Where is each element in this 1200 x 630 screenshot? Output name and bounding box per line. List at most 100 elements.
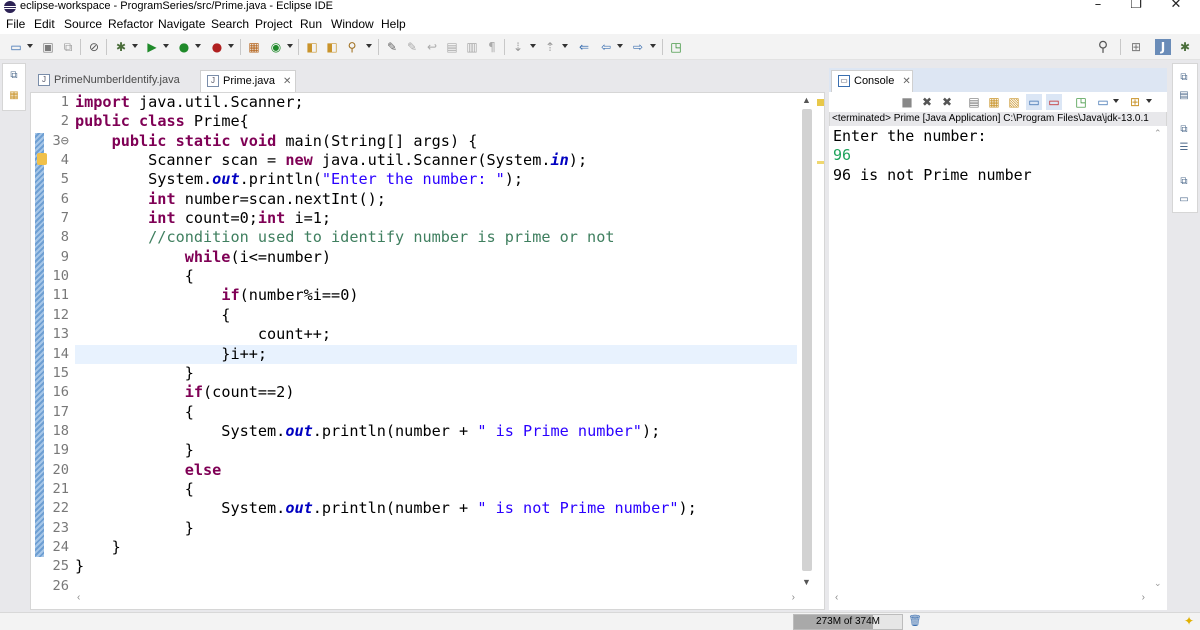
open-type-icon[interactable]: ◧ <box>304 39 320 55</box>
line-number[interactable]: 3⊖ <box>47 132 69 151</box>
open-console-icon[interactable]: ⊞ <box>1127 94 1143 110</box>
scroll-up-icon[interactable]: ⌃ <box>1154 128 1162 139</box>
tab-label: Prime.java <box>223 75 275 87</box>
console-vertical-scrollbar[interactable]: ⌃ ⌄ <box>1151 126 1165 596</box>
quick-access-search-icon[interactable]: ⚲ <box>1095 39 1111 55</box>
block-selection-icon[interactable]: ▤ <box>444 39 460 55</box>
console-horizontal-scrollbar[interactable]: ‹ › <box>831 592 1149 606</box>
warning-marker-icon[interactable] <box>37 153 47 165</box>
code-area[interactable]: 1 2 3⊖ 4 5 6 7 8 9 10 11 12 13 14 15 16 … <box>31 93 801 594</box>
close-tab-icon[interactable]: ✕ <box>283 76 291 87</box>
show-whitespace-icon[interactable]: ▥ <box>464 39 480 55</box>
remove-all-launches-icon[interactable]: ✖ <box>939 94 955 110</box>
forward-icon[interactable]: ⇨ <box>630 39 646 55</box>
close-window-button[interactable]: ✕ <box>1158 0 1194 13</box>
restore-icon[interactable]: ⧉ <box>6 70 22 84</box>
overview-ruler-marker[interactable] <box>817 161 824 164</box>
editor-scroll-thumb[interactable] <box>802 109 812 571</box>
remove-launch-icon[interactable]: ✖ <box>919 94 935 110</box>
run-icon[interactable]: ▶ <box>144 39 160 55</box>
debug-perspective-icon[interactable]: ✱ <box>1177 39 1193 55</box>
restore-icon[interactable]: ⧉ <box>1176 124 1192 138</box>
editor-vertical-scrollbar[interactable]: ▲ ▼ <box>799 93 816 589</box>
package-explorer-icon[interactable]: ▦ <box>6 90 22 104</box>
java-file-icon: J <box>38 74 50 86</box>
code-editor[interactable]: 1 2 3⊖ 4 5 6 7 8 9 10 11 12 13 14 15 16 … <box>30 92 825 610</box>
outline-icon[interactable]: ▤ <box>1176 90 1192 104</box>
pin-console-icon[interactable]: ◳ <box>1073 94 1089 110</box>
new-java-project-icon[interactable]: ▦ <box>246 39 262 55</box>
tip-lightbulb-icon[interactable]: ✦ <box>1183 614 1195 628</box>
back-icon[interactable]: ⇦ <box>598 39 614 55</box>
menu-file[interactable]: File <box>6 17 25 31</box>
menu-source[interactable]: Source <box>64 17 102 31</box>
search-icon[interactable]: ⚲ <box>344 39 360 55</box>
minimize-button[interactable]: – <box>1080 0 1116 13</box>
scroll-left-icon[interactable]: ‹ <box>835 592 838 603</box>
code-line: { <box>75 403 194 421</box>
external-tools-icon[interactable]: ● <box>209 39 225 55</box>
open-task-icon[interactable]: ◧ <box>324 39 340 55</box>
clear-console-icon[interactable]: ▤ <box>966 94 982 110</box>
menu-refactor[interactable]: Refactor <box>108 17 153 31</box>
save-all-icon[interactable]: ⧉ <box>60 39 76 55</box>
problems-icon[interactable]: ▭ <box>1176 194 1192 208</box>
scroll-right-icon[interactable]: › <box>792 592 795 603</box>
prev-edit-icon[interactable]: ⇡ <box>542 39 558 55</box>
show-on-stdout-icon[interactable]: ▭ <box>1026 94 1042 110</box>
toggle-word-wrap-icon[interactable]: ↩ <box>424 39 440 55</box>
open-perspective-icon[interactable]: ⊞ <box>1128 39 1144 55</box>
scroll-up-icon[interactable]: ▲ <box>802 95 811 105</box>
word-wrap-icon[interactable]: ▧ <box>1006 94 1022 110</box>
scroll-down-icon[interactable]: ⌄ <box>1154 578 1162 589</box>
next-edit-icon[interactable]: ⇣ <box>510 39 526 55</box>
editor-horizontal-scrollbar[interactable]: ‹ › <box>75 590 797 607</box>
save-icon[interactable]: ▣ <box>40 39 56 55</box>
last-edit-icon[interactable]: ⇐ <box>576 39 592 55</box>
hierarchy-icon[interactable]: ☰ <box>1176 142 1192 156</box>
console-tab-bar: ▭ Console ✕ <box>829 68 1167 92</box>
overview-ruler-marker[interactable] <box>817 99 824 106</box>
skip-breakpoints-icon[interactable]: ⊘ <box>86 39 102 55</box>
right-trim-stack: ⧉ ▤ ⧉ ☰ ⧉ ▭ <box>1172 63 1198 213</box>
menu-search[interactable]: Search <box>211 17 249 31</box>
menu-window[interactable]: Window <box>331 17 374 31</box>
tab-prime-java[interactable]: J Prime.java ✕ <box>200 70 296 92</box>
show-on-stderr-icon[interactable]: ▭ <box>1046 94 1062 110</box>
restore-icon[interactable]: ⧉ <box>1176 176 1192 190</box>
coverage-icon[interactable]: ● <box>176 39 192 55</box>
restore-button[interactable]: ❐ <box>1118 0 1154 13</box>
line-number: 2 <box>60 113 69 129</box>
new-class-icon[interactable]: ◉ <box>268 39 284 55</box>
menu-run[interactable]: Run <box>300 17 322 31</box>
console-output-area[interactable]: ⌃ ⌄ ‹ › <box>829 126 1167 610</box>
tab-prime-number-identify[interactable]: J PrimeNumberIdentify.java <box>32 70 192 92</box>
menu-navigate[interactable]: Navigate <box>158 17 205 31</box>
restore-icon[interactable]: ⧉ <box>1176 72 1192 86</box>
tab-console[interactable]: ▭ Console ✕ <box>831 70 913 92</box>
code-line: } <box>75 519 194 537</box>
scroll-right-icon[interactable]: › <box>1142 592 1145 603</box>
line-number: 23 <box>52 520 69 536</box>
pin-editor-icon[interactable]: ◳ <box>668 39 684 55</box>
code-line: System.out.println(number + " is Prime n… <box>75 422 661 440</box>
display-console-icon[interactable]: ▭ <box>1095 94 1111 110</box>
pilcrow-icon[interactable]: ¶ <box>484 39 500 55</box>
menu-help[interactable]: Help <box>381 17 406 31</box>
terminate-icon[interactable]: ■ <box>899 94 915 110</box>
annotation-icon[interactable]: ✎ <box>384 39 400 55</box>
next-annotation-icon[interactable]: ✎ <box>404 39 420 55</box>
menu-edit[interactable]: Edit <box>34 17 55 31</box>
scroll-lock-icon[interactable]: ▦ <box>986 94 1002 110</box>
garbage-collect-icon[interactable]: 🗑 <box>908 614 922 628</box>
debug-icon[interactable]: ✱ <box>113 39 129 55</box>
java-perspective-icon[interactable]: J <box>1155 39 1171 55</box>
line-number: 19 <box>52 442 69 458</box>
menu-project[interactable]: Project <box>255 17 292 31</box>
scroll-down-icon[interactable]: ▼ <box>802 577 811 587</box>
new-icon[interactable]: ▭ <box>8 39 24 55</box>
console-input-echo: 96 <box>833 146 852 164</box>
close-tab-icon[interactable]: ✕ <box>902 76 910 87</box>
scroll-left-icon[interactable]: ‹ <box>77 592 80 603</box>
heap-status[interactable]: 273M of 374M <box>793 614 903 630</box>
